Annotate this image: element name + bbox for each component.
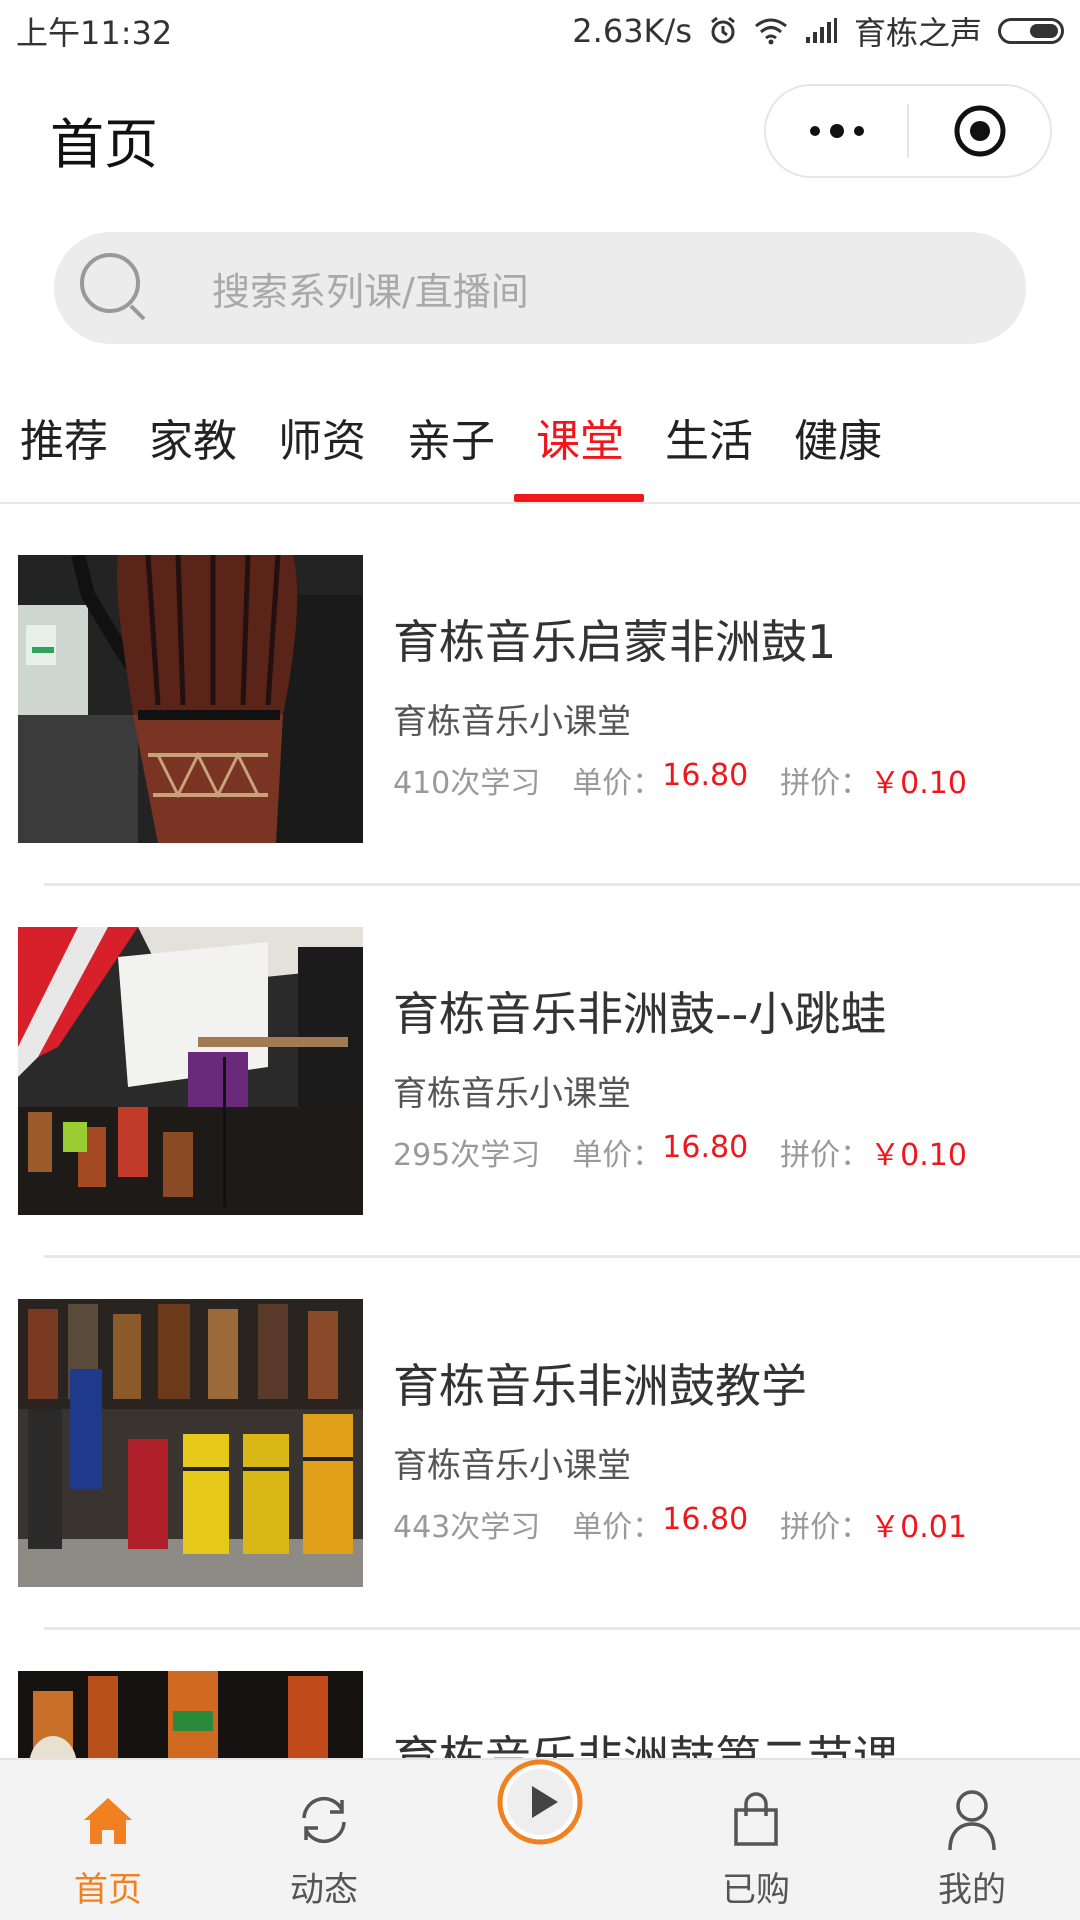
unit-price: 16.80 [662,1130,749,1165]
tab-life[interactable]: 生活 [665,372,794,502]
course-title: 育栋音乐启蒙非洲鼓1 [393,615,837,669]
user-icon [944,1788,1000,1852]
group-price-label: 拼价： [780,1510,871,1545]
search-icon [76,249,154,327]
group-price-label: 拼价： [780,1138,871,1173]
course-source: 育栋音乐小课堂 [393,702,631,742]
course-thumbnail [18,555,363,843]
active-tab-underline [514,494,644,502]
course-title: 育栋音乐非洲鼓--小跳蛙 [393,987,887,1041]
course-meta: 410次学习 单价： 16.80 拼价： ￥0.10 [393,758,967,802]
bottom-tab-label: 已购 [722,1870,790,1910]
search-placeholder: 搜索系列课/直播间 [212,269,529,314]
tab-parent-child[interactable]: 亲子 [407,372,536,502]
battery-icon [998,18,1064,44]
learner-count: 410次学习 [393,766,541,801]
group-price: ￥0.10 [870,1138,967,1173]
course-item[interactable]: 育栋音乐启蒙非洲鼓1 育栋音乐小课堂 410次学习 单价： 16.80 拼价： ￥0… [0,514,1080,886]
unit-price: 16.80 [662,1502,749,1537]
miniprogram-capsule [764,84,1052,178]
bottom-tab-profile[interactable]: 我的 [864,1760,1080,1920]
tab-health[interactable]: 健康 [794,372,923,502]
network-speed: 2.63K/s [572,12,692,50]
unit-price-label: 单价： [572,1510,663,1545]
bottom-tab-purchased[interactable]: 已购 [648,1760,864,1920]
group-price-label: 拼价： [780,766,871,801]
more-button[interactable] [766,86,907,176]
course-title: 育栋音乐非洲鼓第二节课 [393,1731,899,1758]
unit-price-label: 单价： [572,766,663,801]
shopping-bag-icon [728,1788,784,1852]
nav-bar: 首页 [0,62,1080,202]
group-price: ￥0.01 [870,1510,967,1545]
page-title: 首页 [50,113,158,176]
wifi-icon [755,18,787,45]
status-bar: 上午11:32 2.63K/s 育栋之声 [0,0,1080,62]
bottom-tab-bar: 首页 动态 已购 我的 [0,1758,1080,1920]
more-dots-icon [809,124,864,138]
tabs-divider [0,502,1080,504]
unit-price: 16.80 [662,758,749,793]
group-price: ￥0.10 [870,766,967,801]
course-thumbnail [18,1671,363,1758]
refresh-icon [296,1788,352,1852]
tab-teachers[interactable]: 师资 [278,372,407,502]
status-time: 上午11:32 [16,14,173,52]
course-meta: 295次学习 单价： 16.80 拼价： ￥0.10 [393,1130,967,1174]
learner-count: 295次学习 [393,1138,541,1173]
bottom-tab-feed[interactable]: 动态 [216,1760,432,1920]
bottom-tab-label: 动态 [290,1870,358,1910]
search-input[interactable]: 搜索系列课/直播间 [54,232,1026,344]
bottom-tab-home[interactable]: 首页 [0,1760,216,1920]
unit-price-label: 单价： [572,1138,663,1173]
learner-count: 443次学习 [393,1510,541,1545]
course-source: 育栋音乐小课堂 [393,1446,631,1486]
carrier-name: 育栋之声 [853,14,982,52]
signal-icon [805,18,837,43]
tab-classroom[interactable]: 课堂 [514,372,665,502]
category-tabs: 推荐 家教 师资 亲子 课堂 生活 健康 [0,372,1080,502]
play-icon [496,1759,584,1845]
tab-recommend[interactable]: 推荐 [20,372,149,502]
home-icon [80,1788,136,1852]
course-item[interactable]: 育栋音乐非洲鼓教学 育栋音乐小课堂 443次学习 单价： 16.80 拼价： ￥0.… [0,1258,1080,1630]
tab-tutoring[interactable]: 家教 [149,372,278,502]
course-item[interactable]: 育栋音乐非洲鼓第二节课 [0,1630,1080,1758]
course-item[interactable]: 育栋音乐非洲鼓--小跳蛙 育栋音乐小课堂 295次学习 单价： 16.80 拼价：… [0,886,1080,1258]
bottom-tab-label: 我的 [938,1870,1006,1910]
course-thumbnail [18,1299,363,1587]
close-miniprogram-button[interactable] [909,86,1050,176]
course-source: 育栋音乐小课堂 [393,1074,631,1114]
bottom-tab-player[interactable] [432,1759,648,1920]
target-icon [954,105,1005,157]
course-thumbnail [18,927,363,1215]
course-meta: 443次学习 单价： 16.80 拼价： ￥0.01 [393,1502,967,1546]
bottom-tab-label: 首页 [74,1870,142,1910]
course-title: 育栋音乐非洲鼓教学 [393,1359,807,1413]
course-list: 育栋音乐启蒙非洲鼓1 育栋音乐小课堂 410次学习 单价： 16.80 拼价： ￥0… [0,514,1080,1758]
alarm-icon [711,16,735,44]
